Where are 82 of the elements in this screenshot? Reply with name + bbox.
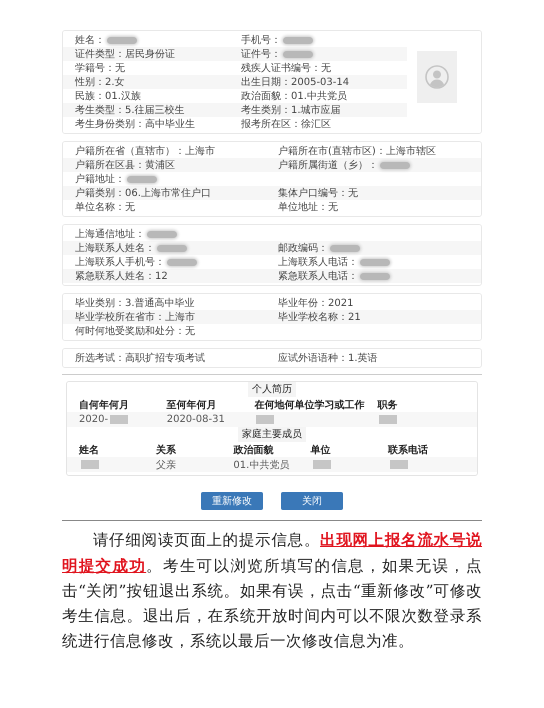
field-value: 无 bbox=[185, 325, 195, 338]
instruction-paragraph: 请仔细阅读页面上的提示信息。出现网上报名流水号说明提交成功。考生可以浏览所填写的信息，如果无误，点击“关闭”按钮退出系统。如果有误，点击“重新修改”可修改考生信息。退出后，在系统开放时间内可以不限次数登录系统进行信息修改，系统以最后一次修改信息为准。 bbox=[62, 529, 482, 652]
field-value: 1.英语 bbox=[348, 352, 378, 365]
column-header: 至何年何月 bbox=[166, 398, 218, 412]
field-value: 21 bbox=[348, 312, 361, 322]
field-label: 紧急联系人姓名： bbox=[75, 270, 155, 283]
field-label: 上海联系人电话： bbox=[278, 256, 358, 269]
column-header: 姓名 bbox=[79, 444, 100, 456]
table-cell-text: 01.中共党员 bbox=[233, 458, 290, 472]
field-value: 高职扩招专项考试 bbox=[125, 352, 205, 365]
field-label: 考生类型： bbox=[75, 104, 125, 117]
field-value: 无 bbox=[125, 201, 135, 214]
field-value: 徐汇区 bbox=[301, 118, 331, 131]
field-label: 紧急联系人电话： bbox=[278, 270, 358, 283]
field-label: 残疾人证书编号： bbox=[241, 62, 321, 75]
field-label: 报考所在区： bbox=[241, 118, 301, 131]
field-label: 出生日期： bbox=[241, 76, 291, 89]
field-label: 单位地址： bbox=[278, 200, 328, 214]
field-label: 毕业学校名称： bbox=[278, 310, 348, 324]
field-value: 06.上海市常住户口 bbox=[125, 186, 211, 200]
field-label: 毕业年份： bbox=[278, 296, 328, 310]
column-header: 联系电话 bbox=[388, 444, 429, 456]
column-header: 政治面貌 bbox=[233, 444, 274, 456]
field-value: 无 bbox=[321, 62, 331, 75]
avatar-icon bbox=[425, 65, 449, 89]
column-header: 单位 bbox=[310, 444, 332, 456]
field-value: 1.城市应届 bbox=[291, 104, 341, 117]
field-label: 应试外语语种： bbox=[278, 352, 348, 365]
column-header: 在何地何单位学习或工作 bbox=[254, 398, 366, 412]
field-label: 邮政编码： bbox=[278, 242, 328, 255]
field-value: 2005-03-14 bbox=[291, 76, 350, 88]
column-header: 职务 bbox=[377, 398, 398, 412]
field-label: 单位名称： bbox=[75, 200, 125, 214]
field-label: 毕业学校所在省市： bbox=[75, 310, 165, 324]
field-label: 户籍所在省（直辖市）： bbox=[75, 144, 185, 158]
action-button[interactable]: 关闭 bbox=[281, 492, 343, 510]
field-label: 毕业类别： bbox=[75, 296, 125, 310]
field-label: 学籍号： bbox=[75, 62, 115, 75]
field-value: 01.汉族 bbox=[105, 90, 141, 103]
field-label: 集体户口编号： bbox=[278, 186, 348, 200]
table-title: 个人简历 bbox=[248, 382, 296, 397]
field-label: 上海联系人姓名： bbox=[75, 242, 155, 255]
table-cell: 2020-08-31 bbox=[166, 414, 225, 425]
table-cell-text: 父亲 bbox=[156, 458, 176, 472]
field-label: 户籍所属街道（乡）： bbox=[278, 158, 378, 172]
field-value: 上海市 bbox=[185, 144, 215, 158]
field-label: 户籍所在市(直辖市区)： bbox=[278, 144, 386, 158]
field-value: 2.女 bbox=[105, 76, 125, 89]
field-value: 高中毕业生 bbox=[145, 118, 195, 131]
field-value: 12 bbox=[155, 270, 168, 282]
field-label: 上海通信地址： bbox=[75, 228, 145, 241]
field-value: 3.普通高中毕业 bbox=[125, 296, 195, 310]
field-label: 户籍地址： bbox=[75, 172, 125, 186]
field-value: 居民身份证 bbox=[125, 48, 175, 61]
field-value: 2021 bbox=[328, 298, 354, 308]
field-label: 性别： bbox=[75, 76, 105, 89]
field-label: 考生身份类别： bbox=[75, 118, 145, 131]
table-cell: 2020- bbox=[79, 414, 108, 425]
field-label: 证件号： bbox=[241, 48, 281, 61]
field-label: 证件类型： bbox=[75, 48, 125, 61]
field-label: 手机号： bbox=[241, 34, 281, 47]
table-title: 家庭主要成员 bbox=[238, 427, 306, 442]
field-value: 无 bbox=[348, 187, 358, 200]
field-label: 民族： bbox=[75, 90, 105, 103]
field-label: 政治面貌： bbox=[241, 90, 291, 103]
field-value: 无 bbox=[328, 201, 338, 214]
field-label: 何时何地受奖励和处分： bbox=[75, 324, 185, 338]
field-label: 姓名： bbox=[75, 34, 105, 47]
field-value: 上海市辖区 bbox=[386, 144, 436, 158]
column-header: 自何年何月 bbox=[79, 398, 130, 412]
action-button[interactable]: 重新修改 bbox=[201, 492, 263, 510]
field-value: 无 bbox=[115, 62, 125, 75]
field-label: 考生类别： bbox=[241, 104, 291, 117]
field-label: 户籍所在区县： bbox=[75, 158, 145, 172]
field-label: 上海联系人手机号： bbox=[75, 256, 165, 269]
field-value: 上海市 bbox=[165, 310, 195, 324]
field-label: 户籍类别： bbox=[75, 186, 125, 200]
field-value: 5.往届三校生 bbox=[125, 104, 185, 117]
field-value: 01.中共党员 bbox=[291, 90, 347, 103]
column-header: 关系 bbox=[156, 444, 178, 456]
field-label: 所选考试： bbox=[75, 352, 125, 365]
field-value: 黄浦区 bbox=[145, 158, 175, 172]
